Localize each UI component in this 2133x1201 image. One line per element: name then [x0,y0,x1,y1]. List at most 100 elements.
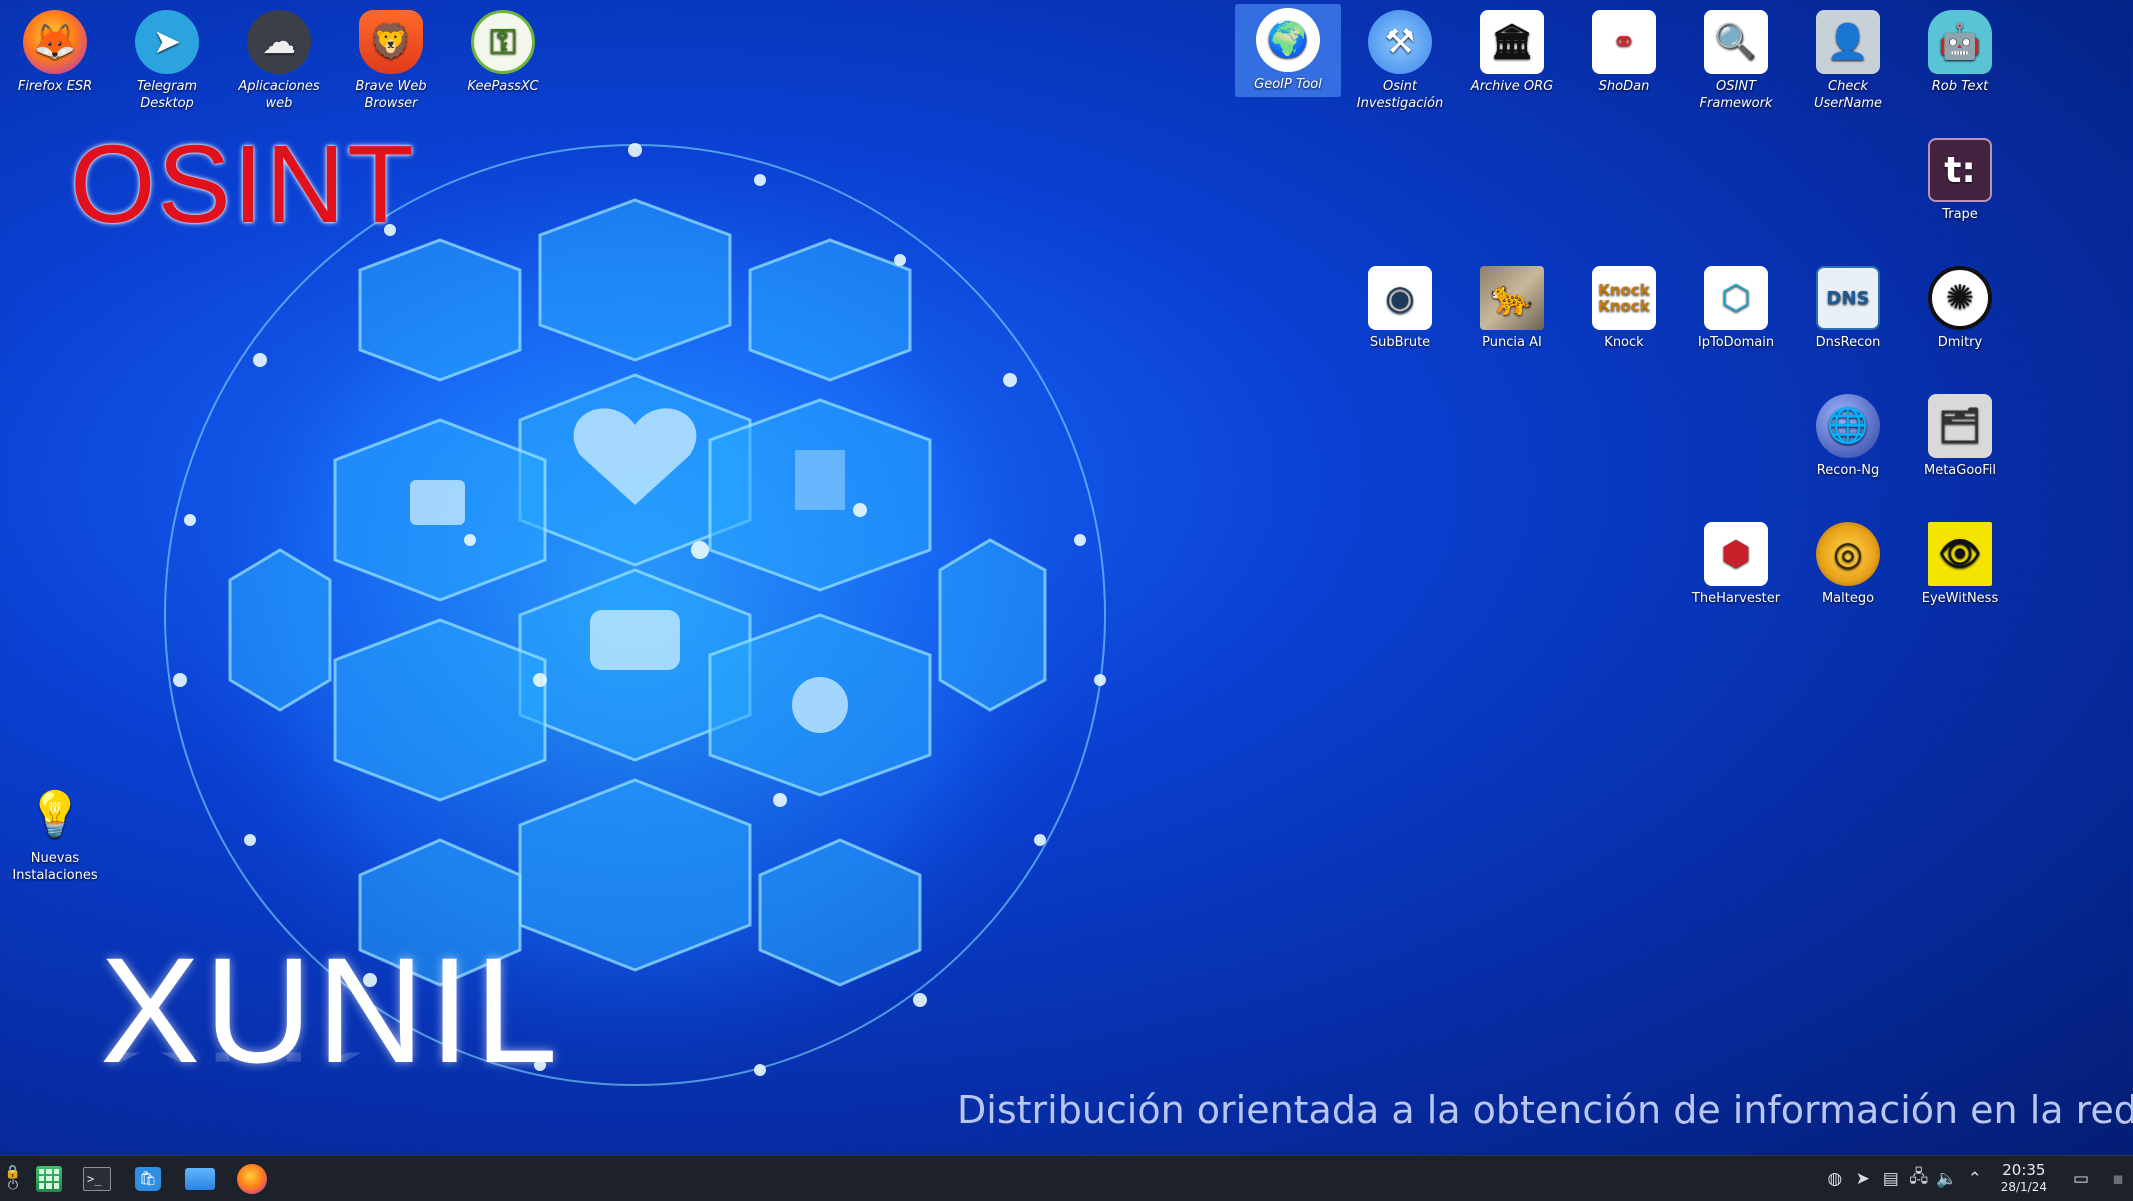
network-icon[interactable]: 🖧 [1905,1156,1933,1201]
clock-time: 20:35 [2002,1160,2046,1179]
clock[interactable]: 20:35 28/1/24 [1989,1160,2059,1196]
desktop-icon-dnsrecon[interactable]: DNS DnsRecon [1795,262,1901,355]
desktop-icon-trape[interactable]: t: Trape [1907,134,2013,227]
desktop-icon-label: Aplicaciones web [238,79,320,111]
desktop-icon-recon-ng[interactable]: 🌐 Recon-Ng [1795,390,1901,483]
key-icon: ⚿ [471,10,535,74]
desktop-icon-iptodomain[interactable]: ⬡ IpToDomain [1683,262,1789,355]
taskbar-app-launcher[interactable] [26,1156,72,1201]
leopard-icon: 🐆 [1480,266,1544,330]
eye-network-icon: ◉ [1368,266,1432,330]
desktop-icon-subbrute[interactable]: ◉ SubBrute [1347,262,1453,355]
vpn-icon[interactable]: ◍ [1821,1156,1849,1201]
desktop-icon-osint-framework[interactable]: 🔍 OSINT Framework [1683,6,1789,116]
clipboard-icon[interactable]: ▤ [1877,1156,1905,1201]
taskbar: 🔒 ⏻ >_ 🛍 ◍ ➤ ▤ 🖧 🔈 ⌃ 20:35 28/1/24 ▭ ▪ [0,1155,2133,1201]
desktop-icon-label: KeePassXC [467,79,539,94]
knock-icon: Knock Knock [1592,266,1656,330]
documents-icon: 🗂 [1928,394,1992,458]
terminal-icon: >_ [83,1166,111,1191]
desktop-icon-dmitry[interactable]: ✺ Dmitry [1907,262,2013,355]
desktop-icon-label: Nuevas Instalaciones [12,851,98,883]
desktop-icon-label: Maltego [1821,591,1875,606]
desktop-icon-label: IpToDomain [1697,335,1775,350]
desktop-icon-label: Firefox ESR [17,79,93,94]
taskbar-firefox[interactable] [226,1156,278,1201]
brave-lion-icon: 🦁 [359,10,423,74]
show-desktop-icon[interactable]: ▭ [2059,1156,2103,1201]
desktop-icon-label: SubBrute [1369,335,1431,350]
desktop-icon-puncia-ai[interactable]: 🐆 Puncia AI [1459,262,1565,355]
desktop-icon-keepassxc[interactable]: ⚿ KeePassXC [450,6,556,99]
hammer-icon: ⚒ [1368,10,1432,74]
desktop-icon-webapps[interactable]: ☁ Aplicaciones web [226,6,332,116]
desktop-icon-theharvester[interactable]: ⬢ TheHarvester [1683,518,1789,611]
firefox-icon: 🦊 [23,10,87,74]
desktop-icon-label: Osint Investigación [1356,79,1444,111]
desktop-icon-label: Recon-Ng [1816,463,1880,478]
network-magnifier-icon: 🔍 [1704,10,1768,74]
telegram-tray-icon[interactable]: ➤ [1849,1156,1877,1201]
desktop-icon-check-username[interactable]: 👤 Check UserName [1795,6,1901,116]
desktop-icon-osint-investigacion[interactable]: ⚒ Osint Investigación [1347,6,1453,116]
desktop-icon-shodan[interactable]: ⚭ ShoDan [1571,6,1677,99]
lock-icon[interactable]: 🔒 [5,1166,21,1179]
desktop-icon-firefox[interactable]: 🦊 Firefox ESR [2,6,108,99]
app-grid-icon [36,1165,62,1192]
taskbar-left-controls[interactable]: 🔒 ⏻ [0,1156,26,1201]
desktop-icon-knock[interactable]: Knock Knock Knock [1571,262,1677,355]
power-icon[interactable]: ⏻ [8,1179,18,1192]
desktop-icon-label: Knock [1604,335,1644,350]
eye-icon: 👁 [1928,522,1992,586]
firefox-icon [237,1163,267,1194]
desktop-icon-label: Telegram Desktop [136,79,198,111]
desktop-icon-label: Puncia AI [1482,335,1542,350]
desktop-icon-rob-text[interactable]: 🤖 Rob Text [1907,6,2013,99]
globe-pin-icon: 🌍 [1256,8,1320,72]
shodan-icon: ⚭ [1592,10,1656,74]
user-check-icon: 👤 [1816,10,1880,74]
telegram-icon: ➤ [135,10,199,74]
bag-icon: 🛍 [135,1166,161,1191]
desktop-icon-telegram[interactable]: ➤ Telegram Desktop [114,6,220,116]
desktop-icon-geoip[interactable]: 🌍 GeoIP Tool [1235,4,1341,97]
volume-icon[interactable]: 🔈 [1933,1156,1961,1201]
trape-icon: t: [1928,138,1992,202]
chevron-up-icon[interactable]: ⌃ [1961,1156,1989,1201]
desktop-icon-label: MetaGooFil [1923,463,1996,478]
desktop-icon-archive-org[interactable]: 🏛 Archive ORG [1459,6,1565,99]
desktop-icon-label: EyeWitNess [1921,591,1999,606]
taskbar-terminal[interactable]: >_ [72,1156,122,1201]
desktop-icon-eyewitness[interactable]: 👁 EyeWitNess [1907,518,2013,611]
cube-icon: ⬡ [1704,266,1768,330]
desktop[interactable]: OSINT XUNIL XUNIL Distribución orientada… [0,0,2133,1155]
taskbar-file-manager[interactable] [174,1156,226,1201]
desktop-icon-maltego[interactable]: ◎ Maltego [1795,518,1901,611]
desktop-icon-label: Trape [1942,207,1978,222]
desktop-icon-label: ShoDan [1598,79,1650,94]
maltego-icon: ◎ [1816,522,1880,586]
desktop-icon-label: GeoIP Tool [1254,77,1322,92]
wallpaper-tagline: Distribución orientada a la obtención de… [957,1088,2133,1132]
wallpaper-osint-title: OSINT [70,123,417,246]
desktop-icon-label: Archive ORG [1470,79,1554,94]
desktop-icon-nuevas-instalaciones[interactable]: 💡 Nuevas Instalaciones [2,778,108,888]
peek-desktop-icon[interactable]: ▪ [2103,1156,2133,1201]
desktop-icon-label: Brave Web Browser [355,79,427,111]
dns-icon: DNS [1816,266,1880,330]
desktop-icon-label: DnsRecon [1815,335,1881,350]
clock-date: 28/1/24 [2000,1179,2047,1194]
cloud-icon: ☁ [247,10,311,74]
desktop-icon-label: OSINT Framework [1699,79,1773,111]
recon-globe-icon: 🌐 [1816,394,1880,458]
desktop-icon-metagoofil[interactable]: 🗂 MetaGooFil [1907,390,2013,483]
desktop-icon-label: TheHarvester [1691,591,1781,606]
taskbar-software-store[interactable]: 🛍 [122,1156,174,1201]
desktop-icon-brave[interactable]: 🦁 Brave Web Browser [338,6,444,116]
wallpaper-xunil-reflection: XUNIL [100,1053,562,1071]
lightbulb-icon: 💡 [27,788,83,840]
archive-building-icon: 🏛 [1480,10,1544,74]
desktop-icon-label: Dmitry [1937,335,1983,350]
desktop-icon-label: Check UserName [1814,79,1882,111]
harvester-icon: ⬢ [1704,522,1768,586]
